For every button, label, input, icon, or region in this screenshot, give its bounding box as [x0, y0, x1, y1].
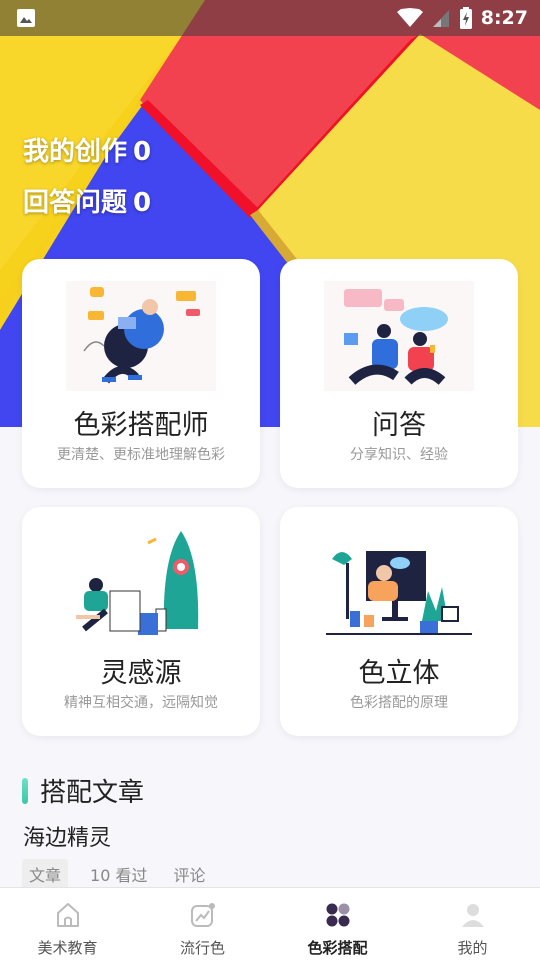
inspiration-card[interactable]: 灵感源 精神互相交通，远隔知觉: [22, 507, 260, 736]
bottom-tab-bar: 美术教育 流行色 色彩搭配 我的: [0, 887, 540, 960]
trend-chart-icon: [190, 903, 215, 927]
tab-label: 流行色: [179, 939, 225, 957]
color-dots-icon: [326, 903, 349, 927]
card-title: 色彩搭配师: [73, 410, 209, 441]
qa-card[interactable]: 问答 分享知识、经验: [280, 259, 518, 488]
article-meta: 文章 10 看过 评论: [22, 859, 231, 889]
color-matcher-card[interactable]: 色彩搭配师 更清楚、更标准地理解色彩: [22, 259, 260, 488]
answers-stat[interactable]: 回答问题 0: [23, 187, 151, 238]
status-bar: 8:27: [0, 0, 540, 36]
monitor-desk-illustration: [326, 551, 472, 635]
wifi-icon: [396, 8, 423, 27]
article-comment-link[interactable]: 评论: [173, 862, 205, 886]
card-title: 问答: [372, 410, 426, 441]
section-accent-bar: [22, 777, 28, 804]
tab-mine[interactable]: 我的: [405, 888, 540, 960]
cellular-signal-icon: [432, 10, 449, 27]
designer-laptop-illustration: [66, 281, 216, 391]
article-views: 10 看过: [90, 866, 148, 885]
tab-trend-colors[interactable]: 流行色: [135, 888, 270, 960]
status-time: 8:27: [480, 7, 528, 29]
image-notification-icon: [17, 9, 35, 27]
tab-label: 我的: [457, 939, 488, 957]
article-tag: 文章: [22, 859, 69, 889]
home-icon: [56, 903, 79, 927]
creations-count: 0: [133, 137, 152, 167]
tab-label: 色彩搭配: [307, 939, 368, 957]
profile-stats: 我的创作 0 回答问题 0: [23, 136, 151, 238]
card-subtitle: 分享知识、经验: [350, 447, 448, 463]
color-solid-card[interactable]: 色立体 色彩搭配的原理: [280, 507, 518, 736]
card-title: 灵感源: [100, 658, 182, 689]
answers-label: 回答问题: [23, 188, 128, 218]
people-chatting-illustration: [324, 281, 474, 391]
creations-label: 我的创作: [23, 137, 128, 167]
tab-art-education[interactable]: 美术教育: [0, 888, 135, 960]
article-title[interactable]: 海边精灵: [23, 820, 111, 852]
card-title: 色立体: [358, 658, 440, 689]
card-subtitle: 色彩搭配的原理: [350, 695, 448, 711]
tab-color-matching[interactable]: 色彩搭配: [270, 888, 405, 960]
battery-charging-icon: [459, 7, 472, 29]
card-subtitle: 更清楚、更标准地理解色彩: [57, 447, 225, 463]
tab-label: 美术教育: [37, 939, 98, 957]
profile-icon: [461, 904, 484, 927]
answers-count: 0: [133, 188, 152, 218]
section-title: 搭配文章: [40, 778, 145, 808]
rocket-workspace-illustration: [76, 531, 199, 635]
creations-stat[interactable]: 我的创作 0: [23, 136, 151, 187]
card-subtitle: 精神互相交通，远隔知觉: [64, 695, 218, 711]
section-header: 搭配文章: [22, 772, 144, 809]
